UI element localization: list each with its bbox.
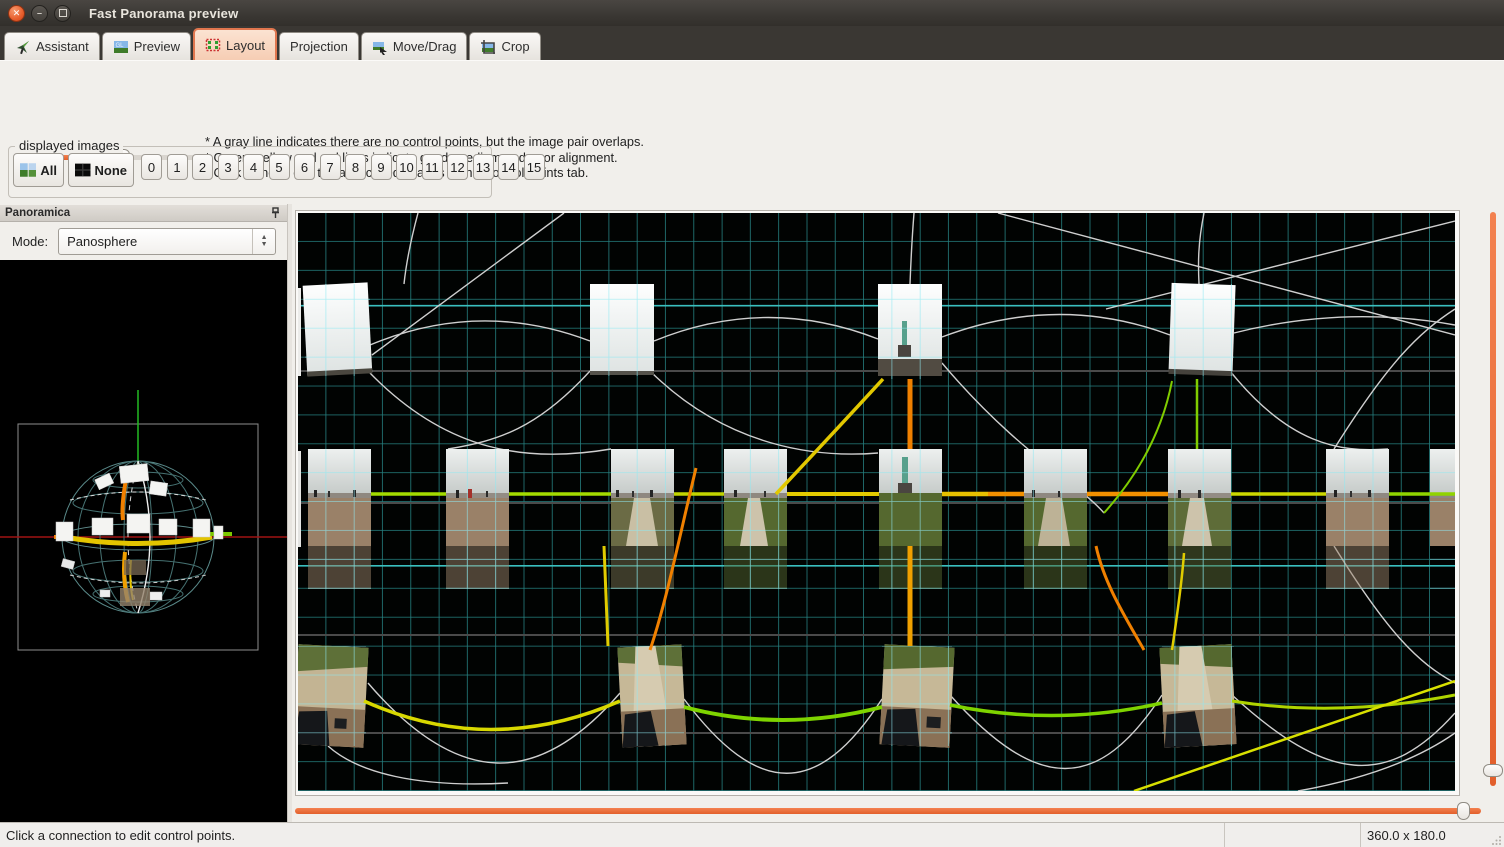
show-none-button[interactable]: None — [68, 153, 134, 187]
image-toggle-10[interactable]: 10 — [396, 154, 417, 180]
panosphere-preview[interactable] — [0, 260, 287, 822]
group-label: displayed images — [15, 138, 123, 153]
mode-select[interactable]: Panosphere ▲▼ — [58, 228, 276, 255]
image-toggle-7[interactable]: 7 — [320, 154, 341, 180]
tab-assistant[interactable]: Assistant — [4, 32, 100, 60]
mode-label: Mode: — [12, 234, 48, 249]
tab-crop[interactable]: Crop — [469, 32, 540, 60]
image-toggle-15[interactable]: 15 — [524, 154, 545, 180]
status-message: Click a connection to edit control point… — [0, 823, 1225, 847]
image-toggle-8[interactable]: 8 — [345, 154, 366, 180]
displayed-images-group: displayed images All None 0 1 2 3 4 5 6 … — [8, 146, 492, 198]
tab-move-drag[interactable]: Move/Drag — [361, 32, 468, 60]
layout-canvas-area — [292, 204, 1504, 822]
horizontal-scroll-slider[interactable] — [295, 802, 1491, 820]
title-bar: ✕ – Fast Panorama preview — [0, 0, 1504, 26]
layout-toolbar: Scale: * A gray line indicates there are… — [0, 60, 1504, 139]
spinner-arrows-icon[interactable]: ▲▼ — [252, 229, 275, 254]
resize-grip-icon[interactable] — [1492, 835, 1502, 845]
image-toggle-row: 0 1 2 3 4 5 6 7 8 9 10 11 12 13 14 15 — [141, 154, 545, 180]
tab-layout[interactable]: Layout — [193, 28, 277, 60]
mode-value: Panosphere — [59, 234, 137, 249]
layout-canvas-frame — [295, 210, 1460, 796]
status-middle-cell — [1225, 823, 1361, 847]
minimize-icon[interactable]: – — [31, 5, 48, 22]
panoramica-panel: Panoramica Mode: Panosphere ▲▼ — [0, 204, 287, 822]
status-bar: Click a connection to edit control point… — [0, 822, 1504, 847]
image-toggle-11[interactable]: 11 — [422, 154, 443, 180]
sphere-equator-band — [64, 537, 212, 544]
image-toggle-14[interactable]: 14 — [498, 154, 519, 180]
image-toggle-3[interactable]: 3 — [218, 154, 239, 180]
window-title: Fast Panorama preview — [89, 6, 238, 21]
image-toggle-9[interactable]: 9 — [371, 154, 392, 180]
horizontal-slider-thumb[interactable] — [1457, 802, 1470, 820]
image-toggle-1[interactable]: 1 — [167, 154, 188, 180]
preview-icon: GL — [113, 39, 129, 55]
all-images-icon — [20, 163, 36, 177]
tab-preview[interactable]: GL Preview — [102, 32, 191, 60]
sphere-image-patches — [56, 464, 223, 600]
tab-projection[interactable]: Projection — [279, 32, 359, 60]
image-toggle-5[interactable]: 5 — [269, 154, 290, 180]
image-toggle-0[interactable]: 0 — [141, 154, 162, 180]
canvas-size-indicator: 360.0 x 180.0 — [1361, 823, 1504, 847]
image-toggle-13[interactable]: 13 — [473, 154, 494, 180]
no-images-icon — [75, 163, 91, 177]
vertical-slider-thumb[interactable] — [1483, 764, 1503, 777]
vertical-scroll-slider[interactable] — [1485, 212, 1501, 792]
layout-canvas[interactable] — [298, 213, 1455, 791]
mode-row: Mode: Panosphere ▲▼ — [0, 222, 287, 260]
image-toggle-12[interactable]: 12 — [447, 154, 468, 180]
image-toggle-6[interactable]: 6 — [294, 154, 315, 180]
image-toggle-4[interactable]: 4 — [243, 154, 264, 180]
layout-icon — [205, 37, 221, 53]
move-drag-icon — [372, 39, 388, 55]
close-icon[interactable]: ✕ — [8, 5, 25, 22]
tab-bar: Assistant GL Preview Layout Projection M… — [0, 26, 1504, 60]
show-all-button[interactable]: All — [13, 153, 64, 187]
panoramica-header: Panoramica — [0, 205, 287, 222]
crop-icon — [480, 39, 496, 55]
maximize-icon[interactable] — [54, 5, 71, 22]
pushpin-icon[interactable] — [270, 207, 281, 219]
assistant-icon — [15, 39, 31, 55]
image-toggle-2[interactable]: 2 — [192, 154, 213, 180]
svg-text:GL: GL — [115, 43, 124, 49]
